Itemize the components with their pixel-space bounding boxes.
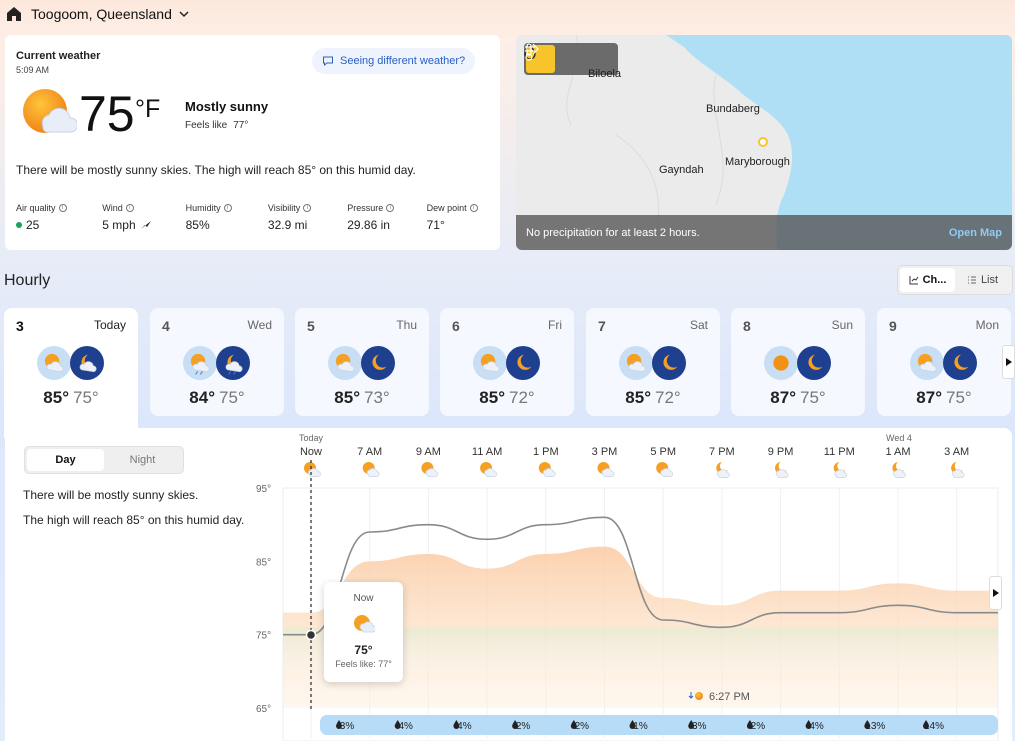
precip-bar: [320, 715, 998, 735]
x-tick-label: 7 AM: [357, 446, 382, 458]
x-tick-label: 11 AM: [472, 446, 502, 458]
partly-cloudy-night-icon: [892, 462, 906, 478]
x-day-label: Today: [299, 433, 324, 443]
y-tick-label: 95°: [256, 484, 271, 495]
x-day-label: Wed 4: [886, 433, 912, 443]
now-marker-dot: [305, 629, 317, 641]
chart-next-button[interactable]: [989, 576, 1002, 610]
precip-chance: 4%: [457, 721, 472, 732]
x-tick-label: 5 PM: [650, 446, 676, 458]
precip-chance: 4%: [398, 721, 413, 732]
partly-cloudy-night-icon: [951, 462, 965, 478]
tooltip-temp: 75°: [354, 643, 373, 657]
partly-sunny-icon: [656, 462, 674, 477]
partly-cloudy-night-icon: [716, 462, 730, 478]
partly-sunny-icon: [354, 615, 375, 633]
precip-chance: 4%: [809, 721, 824, 732]
tooltip-feels: Feels like: 77°: [335, 659, 392, 669]
x-tick-label: Now: [300, 446, 322, 458]
x-tick-label: 3 AM: [944, 446, 969, 458]
partly-sunny-icon: [480, 462, 497, 477]
precip-chance: 2%: [751, 721, 766, 732]
partly-cloudy-night-icon: [833, 462, 848, 478]
precip-chance: 13%: [865, 721, 885, 732]
x-tick-label: 7 PM: [709, 446, 735, 458]
y-tick-label: 85°: [256, 557, 271, 568]
partly-sunny-icon: [538, 462, 556, 477]
partly-cloudy-night-icon: [774, 462, 789, 478]
chevron-right-icon: [992, 589, 999, 597]
partly-sunny-icon: [597, 462, 615, 477]
partly-sunny-icon: [362, 462, 380, 477]
precip-chance: 3%: [340, 721, 355, 732]
x-tick-label: 11 PM: [824, 446, 855, 458]
hourly-temperature-chart: Today Now 7 AM 9 AM 11 AM 1 PM 3 PM 5 PM 7 PM 9 P…: [256, 433, 999, 741]
precip-chance: 1%: [633, 721, 648, 732]
x-tick-label: 9 PM: [768, 446, 794, 458]
partly-sunny-icon: [421, 462, 439, 477]
x-tick-label: 3 PM: [592, 446, 618, 458]
x-tick-label: 9 AM: [416, 446, 441, 458]
sunset-time: 6:27 PM: [709, 691, 750, 703]
now-tooltip: Now 75° Feels like: 77°: [324, 582, 403, 682]
precip-chance: 2%: [575, 721, 590, 732]
precip-chance: 14%: [924, 721, 944, 732]
y-tick-label: 75°: [256, 631, 271, 642]
partly-sunny-icon: [304, 462, 321, 477]
precip-chance: 2%: [516, 721, 531, 732]
tooltip-title: Now: [353, 593, 374, 604]
x-tick-label: 1 AM: [885, 446, 910, 458]
sunset-sun-icon: [695, 692, 703, 700]
y-tick-label: 65°: [256, 704, 271, 715]
precip-chance: 3%: [692, 721, 707, 732]
x-tick-label: 1 PM: [533, 446, 559, 458]
